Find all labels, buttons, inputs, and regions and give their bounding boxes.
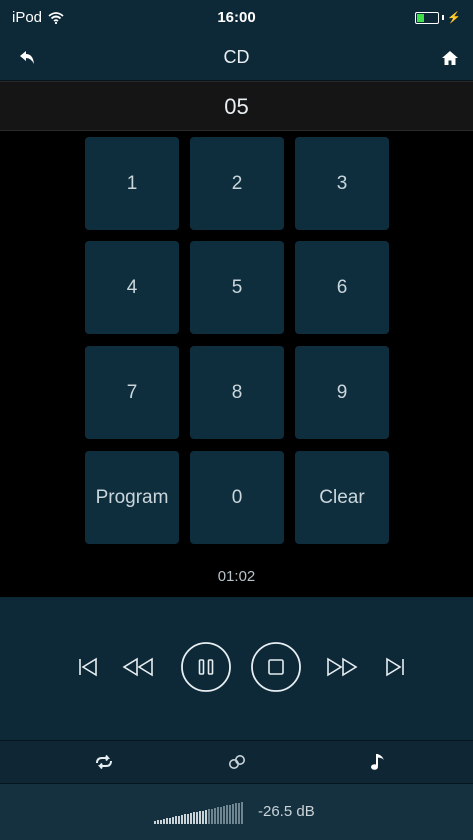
volume-meter-bar [199, 811, 201, 824]
pause-icon [181, 642, 231, 692]
volume-meter-bar [187, 814, 189, 824]
volume-meter-bar [208, 809, 210, 824]
volume-meter-bar [232, 804, 234, 824]
volume-meter-bar [241, 802, 243, 824]
skip-next-icon [386, 657, 404, 677]
volume-meter-bar [190, 813, 192, 824]
rewind-icon [122, 657, 153, 677]
key-5[interactable]: 5 [190, 241, 284, 334]
pause-button[interactable] [180, 641, 232, 693]
volume-meter-bar [184, 814, 186, 824]
skip-previous-button[interactable] [74, 653, 102, 681]
music-button[interactable] [365, 749, 391, 775]
key-9[interactable]: 9 [295, 346, 389, 439]
volume-meter-bar [220, 807, 222, 824]
track-number: 05 [224, 94, 249, 119]
volume-meter[interactable] [154, 802, 243, 824]
volume-meter-bar [166, 818, 168, 824]
transport-controls [0, 597, 473, 740]
volume-meter-bar [223, 806, 225, 824]
volume-meter-bar [235, 803, 237, 824]
volume-meter-bar [229, 805, 231, 824]
key-8[interactable]: 8 [190, 346, 284, 439]
track-display: 05 [0, 81, 473, 131]
volume-meter-bar [181, 815, 183, 824]
volume-bar: -26.5 dB [0, 783, 473, 840]
stop-icon [251, 642, 301, 692]
key-6[interactable]: 6 [295, 241, 389, 334]
rewind-button[interactable] [120, 653, 156, 681]
key-0[interactable]: 0 [190, 451, 284, 544]
volume-meter-bar [154, 821, 156, 824]
skip-previous-icon [79, 657, 97, 677]
volume-meter-bar [217, 807, 219, 824]
elapsed-time: 01:02 [217, 568, 256, 585]
fast-forward-button[interactable] [324, 653, 360, 681]
mode-bar [0, 740, 473, 783]
repeat-button[interactable] [91, 749, 117, 775]
home-icon [442, 51, 458, 65]
music-note-icon [371, 754, 384, 770]
key-2[interactable]: 2 [190, 137, 284, 230]
key-7[interactable]: 7 [85, 346, 179, 439]
volume-meter-bar [196, 812, 198, 824]
volume-meter-bar [193, 812, 195, 824]
home-button[interactable] [437, 45, 463, 71]
skip-next-button[interactable] [381, 653, 409, 681]
volume-meter-bar [163, 819, 165, 824]
repeat-icon [96, 754, 112, 770]
volume-meter-bar [238, 803, 240, 824]
link-icon [229, 755, 245, 769]
navigation-bar: CD [0, 36, 473, 81]
volume-level: -26.5 dB [258, 803, 315, 820]
volume-meter-bar [211, 809, 213, 824]
fast-forward-icon [327, 657, 358, 677]
keypad: 1 2 3 4 5 6 7 8 9 Program 0 Clear 01:02 [0, 131, 473, 597]
volume-meter-bar [214, 808, 216, 824]
volume-meter-bar [205, 810, 207, 824]
battery-indicator: ⚡ [415, 11, 461, 24]
key-1[interactable]: 1 [85, 137, 179, 230]
volume-meter-bar [160, 820, 162, 824]
key-4[interactable]: 4 [85, 241, 179, 334]
link-button[interactable] [224, 749, 250, 775]
volume-meter-bar [226, 805, 228, 824]
status-bar: iPod 16:00 ⚡ [0, 0, 473, 36]
status-time: 16:00 [217, 9, 256, 26]
clear-button[interactable]: Clear [295, 451, 389, 544]
volume-meter-bar [169, 818, 171, 824]
volume-meter-bar [172, 817, 174, 824]
battery-icon [415, 11, 440, 24]
program-button[interactable]: Program [85, 451, 179, 544]
volume-meter-bar [202, 811, 204, 824]
page-title: CD [223, 47, 250, 67]
volume-meter-bar [157, 820, 159, 824]
charging-bolt-icon: ⚡ [447, 12, 461, 24]
key-3[interactable]: 3 [295, 137, 389, 230]
volume-meter-bar [175, 816, 177, 824]
stop-button[interactable] [250, 641, 302, 693]
volume-meter-bar [178, 816, 180, 824]
